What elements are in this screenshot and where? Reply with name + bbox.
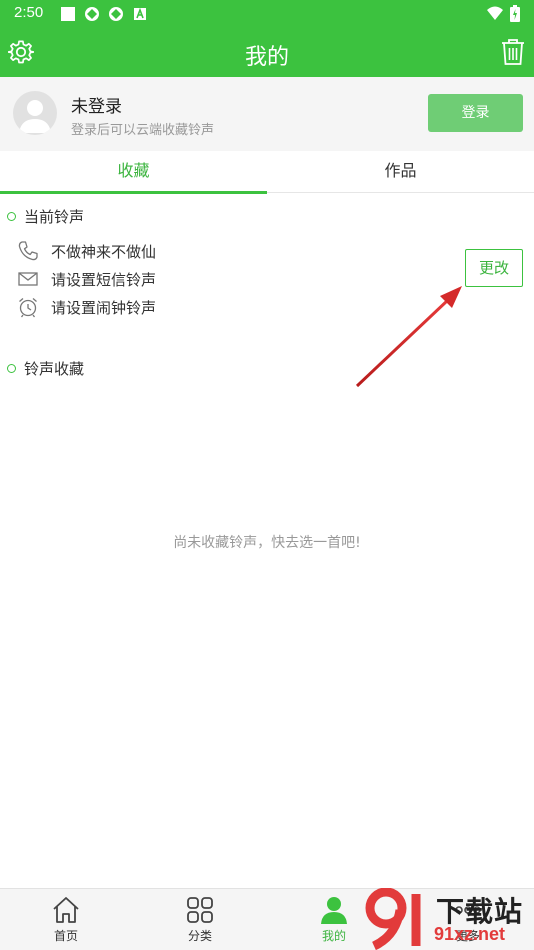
section-dot-icon bbox=[7, 364, 16, 373]
notification-square-icon bbox=[60, 6, 76, 22]
phone-icon bbox=[18, 241, 38, 261]
watermark-url: 91xz.net bbox=[434, 924, 506, 944]
annotation-arrow-icon bbox=[355, 286, 462, 388]
system-icons bbox=[486, 5, 520, 22]
favorites-title: 铃声收藏 bbox=[24, 360, 85, 378]
ringtone-row-message[interactable]: 请设置短信铃声 bbox=[17, 268, 156, 290]
page-title: 我的 bbox=[244, 45, 289, 70]
nav-home[interactable]: 首页 bbox=[31, 895, 101, 944]
notification-app-icon bbox=[108, 6, 124, 22]
login-button[interactable]: 登录 bbox=[428, 94, 523, 132]
current-ringtone-heading: 当前铃声 bbox=[7, 206, 84, 227]
tab-favorites[interactable]: 收藏 bbox=[0, 151, 267, 194]
change-ringtone-button[interactable]: 更改 bbox=[465, 249, 523, 287]
notification-icons bbox=[60, 6, 148, 22]
message-icon bbox=[18, 272, 38, 286]
watermark-logo-icon bbox=[365, 888, 421, 950]
call-ringtone-text: 不做神来不做仙 bbox=[51, 242, 157, 261]
ringtone-row-alarm[interactable]: 请设置闹钟铃声 bbox=[17, 296, 156, 318]
tab-works[interactable]: 作品 bbox=[267, 151, 534, 193]
notification-app-icon bbox=[84, 6, 100, 22]
favorites-heading: 铃声收藏 bbox=[7, 358, 84, 379]
nav-mine[interactable]: 我的 bbox=[299, 895, 369, 944]
home-icon bbox=[53, 897, 79, 923]
wifi-icon bbox=[487, 6, 503, 20]
profile-hint: 登录后可以云端收藏铃声 bbox=[71, 123, 215, 138]
alarm-ringtone-text: 请设置闹钟铃声 bbox=[51, 298, 157, 317]
tab-bar: 收藏 作品 bbox=[0, 151, 534, 194]
nav-category-label: 分类 bbox=[187, 929, 212, 943]
ringtone-row-call[interactable]: 不做神来不做仙 bbox=[17, 240, 156, 262]
battery-icon bbox=[510, 5, 520, 22]
notification-a-icon bbox=[132, 6, 148, 22]
app-bar: 我的 bbox=[0, 28, 534, 77]
person-icon bbox=[321, 897, 347, 924]
grid-icon bbox=[187, 897, 213, 923]
nav-mine-label: 我的 bbox=[321, 929, 346, 943]
status-time: 2:50 bbox=[14, 4, 44, 21]
nav-category[interactable]: 分类 bbox=[165, 895, 235, 944]
default-avatar-icon bbox=[19, 100, 51, 133]
profile-name: 未登录 bbox=[71, 97, 122, 117]
nav-home-label: 首页 bbox=[53, 929, 78, 943]
watermark: 下载站 91xz.net bbox=[364, 886, 534, 950]
trash-icon[interactable] bbox=[500, 38, 526, 66]
section-dot-icon bbox=[7, 212, 16, 221]
status-bar: 2:50 bbox=[0, 0, 534, 28]
current-ringtone-title: 当前铃声 bbox=[24, 208, 85, 226]
avatar[interactable] bbox=[13, 91, 57, 135]
empty-favorites-message: 尚未收藏铃声，快去选一首吧! bbox=[173, 535, 361, 551]
profile-card: 未登录 登录后可以云端收藏铃声 登录 bbox=[0, 77, 534, 151]
alarm-icon bbox=[19, 298, 37, 318]
message-ringtone-text: 请设置短信铃声 bbox=[51, 270, 157, 289]
